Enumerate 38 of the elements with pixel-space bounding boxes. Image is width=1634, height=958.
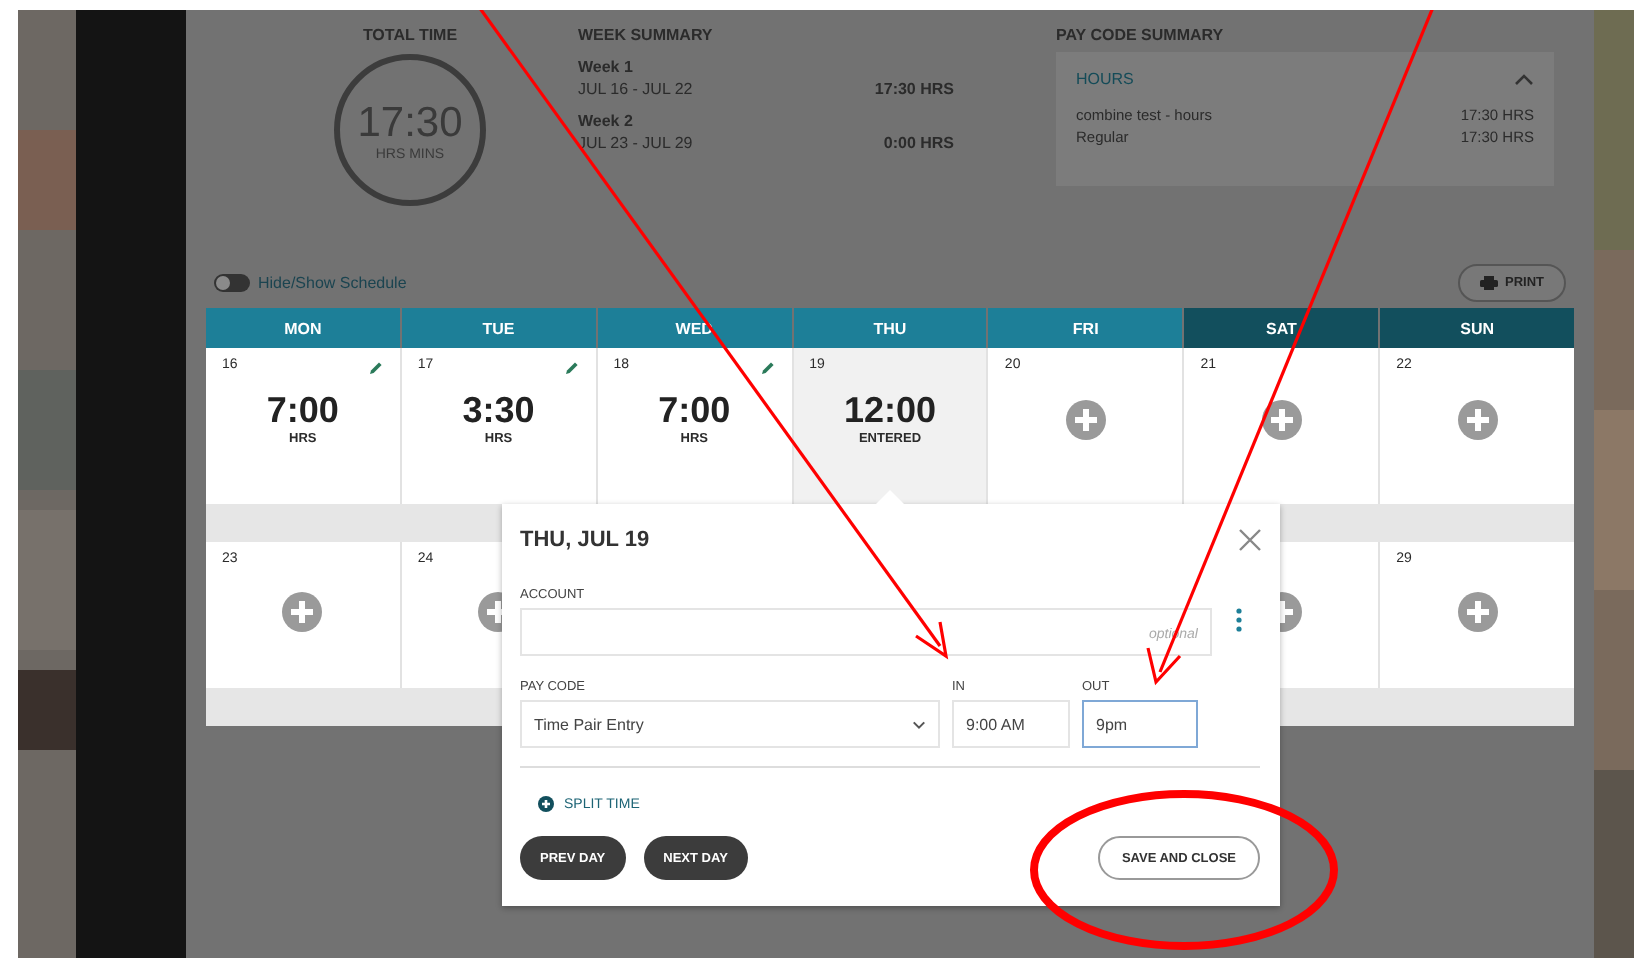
hours-value: 3:30 <box>462 390 535 432</box>
dropdown-caret-icon <box>912 719 926 729</box>
hours-value: 7:00 <box>658 390 731 432</box>
add-icon[interactable] <box>282 591 323 631</box>
day-header: SUN <box>1380 308 1574 348</box>
more-icon[interactable] <box>1236 608 1242 632</box>
week-range: JUL 16 - JUL 22 <box>578 80 693 98</box>
week-name: Week 1 <box>578 58 635 76</box>
toggle-switch[interactable] <box>214 273 250 291</box>
total-time-value: 17:30 <box>357 99 463 147</box>
pencil-icon[interactable] <box>367 360 384 376</box>
chevron-icon[interactable] <box>1514 73 1534 85</box>
hours-value: 7:00 <box>266 390 339 432</box>
add-icon[interactable] <box>1261 400 1302 440</box>
plus-icon <box>538 796 554 812</box>
add-icon[interactable] <box>1457 400 1498 440</box>
pay-code-select[interactable]: Time Pair Entry <box>520 700 940 748</box>
week-hours: 17:30 HRS <box>874 80 954 98</box>
pencil-icon[interactable] <box>759 360 776 376</box>
time-in-field[interactable]: 9:00 AM <box>952 700 1070 748</box>
day-header: TUE <box>401 308 596 348</box>
close-icon[interactable] <box>1238 528 1262 552</box>
pencil-icon[interactable] <box>563 360 580 376</box>
add-icon[interactable] <box>1065 400 1106 440</box>
toggle-label: Hide/Show Schedule <box>258 273 407 291</box>
total-time-label: TOTAL TIME <box>362 26 458 44</box>
pay-code-summary-title: PAY CODE SUMMARY <box>1056 26 1226 44</box>
week-summary-title: WEEK SUMMARY <box>578 26 715 44</box>
hours-value: 12:00 <box>843 390 937 432</box>
day-header: FRI <box>988 308 1183 348</box>
printer-icon <box>1479 275 1497 289</box>
week-hours: 0:00 HRS <box>883 134 954 152</box>
day-header: SAT <box>1184 308 1379 348</box>
time-out-field[interactable]: 9pm <box>1082 700 1198 748</box>
day-header: MON <box>206 308 400 348</box>
add-icon[interactable] <box>1457 591 1498 631</box>
week-name: Week 2 <box>578 112 635 130</box>
day-header: THU <box>793 308 987 348</box>
